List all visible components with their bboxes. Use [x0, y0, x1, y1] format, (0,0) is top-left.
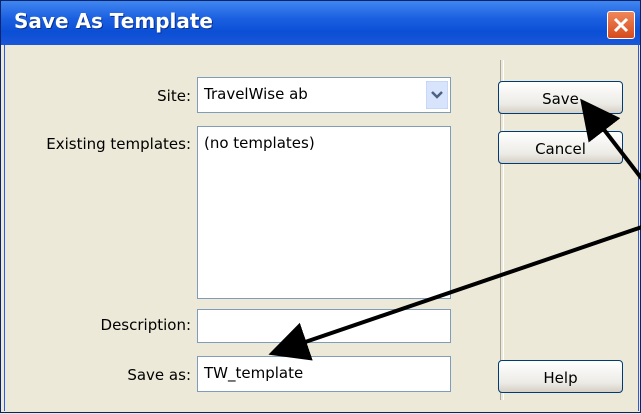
site-dropdown[interactable]: TravelWise ab	[197, 77, 451, 113]
list-item[interactable]: (no templates)	[204, 134, 315, 152]
cancel-button[interactable]: Cancel	[498, 131, 623, 164]
title-bar[interactable]: Save As Template	[1, 1, 640, 45]
existing-templates-list[interactable]: (no templates)	[197, 126, 451, 299]
close-icon	[613, 17, 629, 33]
existing-templates-label: Existing templates:	[46, 135, 191, 153]
save-as-template-dialog: Save As Template Site: TravelWise ab Exi…	[0, 0, 641, 413]
site-value: TravelWise ab	[204, 85, 308, 103]
save-button[interactable]: Save	[498, 81, 623, 114]
saveas-label: Save as:	[127, 366, 191, 384]
description-label: Description:	[100, 316, 191, 334]
help-button[interactable]: Help	[498, 360, 623, 393]
site-label: Site:	[157, 87, 191, 105]
chevron-down-icon[interactable]	[426, 81, 448, 109]
close-button[interactable]	[607, 11, 635, 39]
cancel-button-label: Cancel	[535, 140, 586, 158]
saveas-value: TW_template	[204, 364, 304, 382]
save-button-label: Save	[542, 90, 579, 108]
dialog-body: Site: TravelWise ab Existing templates: …	[4, 45, 639, 411]
dialog-title: Save As Template	[14, 9, 213, 33]
help-button-label: Help	[543, 369, 578, 387]
description-field[interactable]	[197, 309, 451, 343]
saveas-field[interactable]: TW_template	[197, 356, 451, 392]
